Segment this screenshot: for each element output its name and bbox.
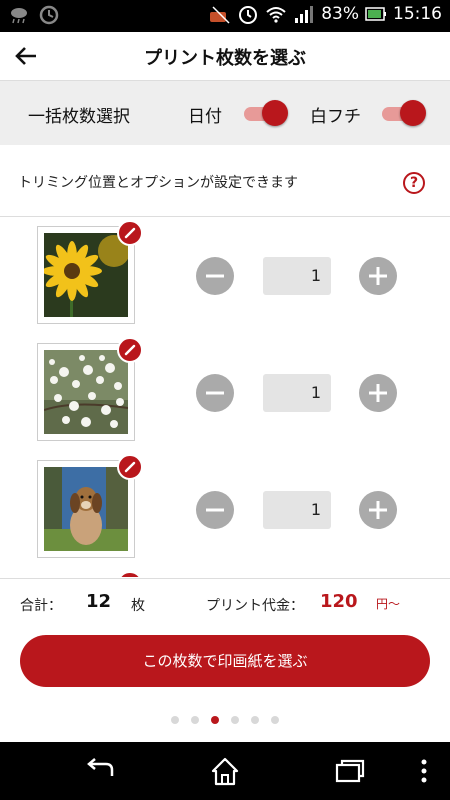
status-bar: 83% 15:16 bbox=[0, 0, 450, 32]
nav-back-icon bbox=[87, 758, 114, 776]
page-title: プリント枚数を選ぶ bbox=[144, 48, 306, 69]
status-left bbox=[8, 4, 60, 26]
plus-icon bbox=[369, 501, 387, 519]
home-icon bbox=[211, 757, 239, 786]
date-toggle-knob bbox=[262, 100, 288, 126]
decrement-button[interactable] bbox=[196, 257, 234, 295]
minus-icon bbox=[206, 391, 224, 395]
price-unit: 円〜 bbox=[376, 597, 401, 611]
page-dot[interactable] bbox=[251, 716, 259, 724]
edit-photo-button[interactable] bbox=[117, 571, 143, 577]
info-row: トリミング位置とオプションが設定できます ? bbox=[0, 152, 450, 217]
status-right: 83% 15:16 bbox=[209, 3, 442, 25]
page-dot[interactable] bbox=[271, 716, 279, 724]
total-label: 合計： bbox=[20, 598, 62, 614]
increment-button[interactable] bbox=[359, 257, 397, 295]
increment-button[interactable] bbox=[359, 491, 397, 529]
plus-icon bbox=[369, 384, 387, 402]
yellow-flower-photo bbox=[44, 233, 128, 317]
dog-photo bbox=[44, 467, 128, 551]
photo-list[interactable]: 1 1 1 bbox=[0, 217, 450, 577]
help-icon[interactable]: ? bbox=[403, 172, 425, 194]
border-label: 白フチ bbox=[310, 107, 361, 127]
nav-recents-button[interactable] bbox=[328, 754, 372, 788]
increment-button[interactable] bbox=[359, 374, 397, 412]
price-label: プリント代金： bbox=[206, 598, 304, 614]
more-vert-icon bbox=[421, 759, 427, 783]
pencil-icon bbox=[124, 344, 136, 356]
decrement-button[interactable] bbox=[196, 374, 234, 412]
photo-row-4 bbox=[0, 568, 450, 577]
recent-apps-icon bbox=[335, 759, 365, 783]
decrement-button[interactable] bbox=[196, 491, 234, 529]
nav-home-button[interactable] bbox=[203, 754, 247, 788]
wifi-icon bbox=[266, 7, 286, 23]
total-unit: 枚 bbox=[131, 598, 145, 614]
photo-row-1: 1 bbox=[0, 217, 450, 335]
choose-paper-button[interactable]: この枚数で印画紙を選ぶ bbox=[20, 635, 430, 687]
weather-icon bbox=[11, 8, 27, 24]
photo-row-2: 1 bbox=[0, 334, 450, 452]
alarm-icon bbox=[239, 6, 258, 24]
page-dot[interactable] bbox=[191, 716, 199, 724]
photo-row-3: 1 bbox=[0, 451, 450, 569]
order-summary: 合計： 12 枚 プリント代金： 120 円〜 この枚数で印画紙を選ぶ bbox=[0, 578, 450, 743]
date-label: 日付 bbox=[188, 107, 222, 127]
pencil-icon bbox=[124, 461, 136, 473]
info-text: トリミング位置とオプションが設定できます bbox=[18, 175, 298, 191]
page-dot-active[interactable] bbox=[211, 716, 219, 724]
date-toggle[interactable] bbox=[244, 100, 288, 126]
edit-photo-button[interactable] bbox=[117, 337, 143, 363]
page-dot[interactable] bbox=[171, 716, 179, 724]
white-blossoms-photo bbox=[44, 350, 128, 434]
quantity-field[interactable]: 1 bbox=[263, 491, 331, 529]
app-bar: プリント枚数を選ぶ bbox=[0, 32, 450, 80]
battery-icon bbox=[365, 7, 386, 21]
system-nav-bar bbox=[0, 742, 450, 800]
price-value: 120 bbox=[320, 591, 358, 612]
total-count: 12 bbox=[86, 591, 112, 612]
plus-icon bbox=[369, 267, 387, 285]
notification-icon bbox=[210, 6, 230, 24]
page-dot[interactable] bbox=[231, 716, 239, 724]
page-indicator bbox=[0, 709, 450, 728]
border-toggle-knob bbox=[400, 100, 426, 126]
bulk-select-label[interactable]: 一括枚数選択 bbox=[28, 102, 130, 127]
signal-icon bbox=[295, 6, 314, 23]
minus-icon bbox=[206, 508, 224, 512]
battery-percent: 83% bbox=[321, 4, 359, 24]
edit-photo-button[interactable] bbox=[117, 220, 143, 246]
minus-icon bbox=[206, 274, 224, 278]
pencil-icon bbox=[124, 227, 136, 239]
nav-menu-button[interactable] bbox=[408, 754, 440, 788]
bulk-options-bar: 一括枚数選択 日付 白フチ bbox=[0, 80, 450, 145]
edit-photo-button[interactable] bbox=[117, 454, 143, 480]
quantity-field[interactable]: 1 bbox=[263, 374, 331, 412]
sync-icon bbox=[39, 5, 59, 25]
nav-back-button[interactable] bbox=[78, 754, 122, 788]
border-toggle[interactable] bbox=[382, 100, 426, 126]
status-time: 15:16 bbox=[393, 4, 442, 24]
quantity-field[interactable]: 1 bbox=[263, 257, 331, 295]
